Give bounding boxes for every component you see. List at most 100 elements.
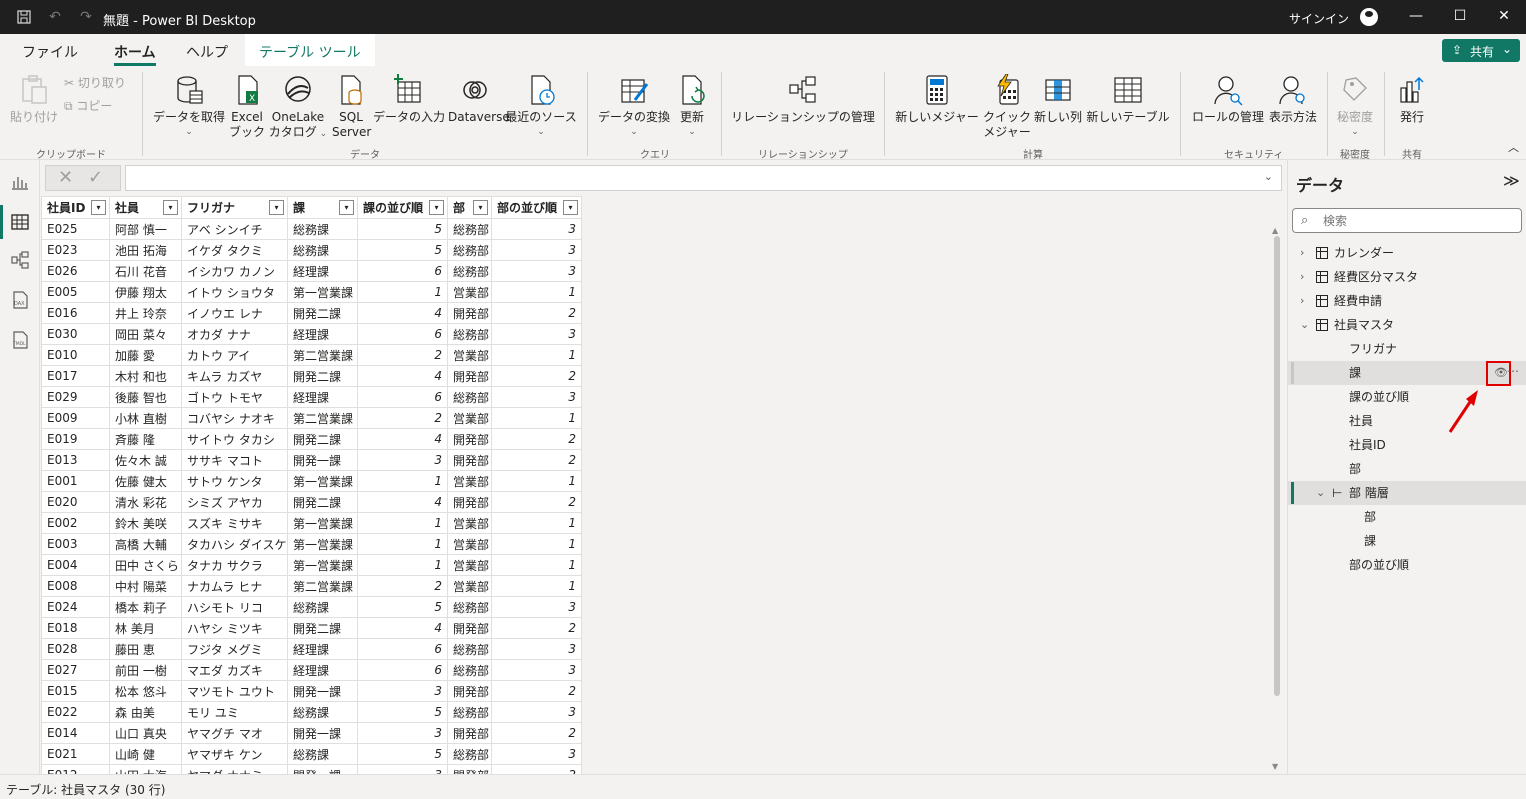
table-cell[interactable]: 3 <box>491 638 582 660</box>
table-row[interactable]: E001 佐藤 健太 サトウ ケンタ 第一営業課 1 営業部 1 <box>41 470 582 492</box>
table-cell[interactable]: 松本 悠斗 <box>109 680 182 702</box>
table-cell[interactable]: 6 <box>357 659 448 681</box>
table-cell[interactable]: 開発一課 <box>287 449 358 471</box>
table-row[interactable]: E028 藤田 恵フジタ メグミ 経理課 6 総務部 3 <box>41 638 582 660</box>
share-button[interactable]: ⇪ 共有 ⌄ <box>1442 39 1520 62</box>
table-cell[interactable]: E025 <box>41 218 110 240</box>
avatar-icon[interactable] <box>1360 8 1378 26</box>
column-header[interactable]: 課の並び順 ▾ <box>357 196 448 219</box>
table-cell[interactable]: 6 <box>357 260 448 282</box>
sql-server-button[interactable]: SQL Server <box>332 72 371 140</box>
close-button[interactable]: ✕ <box>1494 8 1514 24</box>
table-cell[interactable]: E023 <box>41 239 110 261</box>
table-cell[interactable]: E012 <box>41 764 110 774</box>
chevron-right-icon[interactable]: › <box>1300 241 1304 265</box>
table-cell[interactable]: 開発部 <box>447 617 492 639</box>
table-cell[interactable]: 1 <box>491 470 582 492</box>
table-cell[interactable]: 藤田 恵 <box>109 638 182 660</box>
table-cell[interactable]: 2 <box>357 575 448 597</box>
table-item[interactable]: ⌄ 社員マスタ <box>1288 313 1526 337</box>
table-cell[interactable]: 4 <box>357 365 448 387</box>
table-cell[interactable]: E029 <box>41 386 110 408</box>
table-cell[interactable]: 総務部 <box>447 218 492 240</box>
table-cell[interactable]: 1 <box>491 575 582 597</box>
field-item[interactable]: 部 <box>1288 457 1526 481</box>
filter-dropdown-icon[interactable]: ▾ <box>563 200 578 215</box>
table-cell[interactable]: 総務部 <box>447 386 492 408</box>
table-cell[interactable]: E010 <box>41 344 110 366</box>
table-cell[interactable]: 2 <box>491 680 582 702</box>
table-cell[interactable]: 開発部 <box>447 722 492 744</box>
table-row[interactable]: E022 森 由美 モリ ユミ 総務課 5 総務部 3 <box>41 701 582 723</box>
commit-icon[interactable]: ✓ <box>88 167 103 188</box>
table-cell[interactable]: 第一営業課 <box>287 470 358 492</box>
table-cell[interactable]: 第二営業課 <box>287 344 358 366</box>
table-cell[interactable]: フジタ メグミ <box>181 638 288 660</box>
dax-query-view-icon[interactable]: DAX <box>10 290 30 310</box>
tab-table-tools[interactable]: テーブル ツール <box>245 34 375 66</box>
field-item[interactable]: 社員 <box>1288 409 1526 433</box>
column-header[interactable]: フリガナ ▾ <box>181 196 288 219</box>
table-cell[interactable]: 開発部 <box>447 764 492 774</box>
table-row[interactable]: E009 小林 直樹 コバヤシ ナオキ 第二営業課 2 営業部 1 <box>41 407 582 429</box>
table-cell[interactable]: 1 <box>357 533 448 555</box>
table-cell[interactable]: 井上 玲奈 <box>109 302 182 324</box>
table-cell[interactable]: 総務部 <box>447 239 492 261</box>
table-cell[interactable]: 開発二課 <box>287 428 358 450</box>
table-row[interactable]: E013 佐々木 誠ササキ マコト 開発一課 3 開発部 2 <box>41 449 582 471</box>
table-cell[interactable]: 総務部 <box>447 743 492 765</box>
table-cell[interactable]: 1 <box>357 281 448 303</box>
table-cell[interactable]: 総務部 <box>447 260 492 282</box>
dataverse-button[interactable]: Dataverse <box>448 72 510 125</box>
table-cell[interactable]: タナカ サクラ <box>181 554 288 576</box>
table-cell[interactable]: 佐藤 健太 <box>109 470 182 492</box>
table-cell[interactable]: 3 <box>491 218 582 240</box>
new-measure-button[interactable]: 新しいメジャー <box>894 72 980 125</box>
recent-sources-button[interactable]: 最近のソース ⌄ <box>503 72 579 140</box>
hierarchy-item[interactable]: ⌄ ⊢ 部 階層 <box>1288 481 1526 505</box>
copy-button[interactable]: ⧉ コピー <box>64 99 112 114</box>
table-row[interactable]: E029 後藤 智也 ゴトウ トモヤ 経理課 6 総務部 3 <box>41 386 582 408</box>
filter-dropdown-icon[interactable]: ▾ <box>339 200 354 215</box>
tab-help[interactable]: ヘルプ <box>186 42 228 62</box>
table-cell[interactable]: 総務部 <box>447 596 492 618</box>
table-cell[interactable]: 小林 直樹 <box>109 407 182 429</box>
table-cell[interactable]: 3 <box>491 659 582 681</box>
table-cell[interactable]: 開発二課 <box>287 491 358 513</box>
scroll-up-icon[interactable]: ▲ <box>1272 226 1278 235</box>
transform-data-button[interactable]: データの変換 ⌄ <box>596 72 672 140</box>
table-cell[interactable]: 4 <box>357 302 448 324</box>
table-cell[interactable]: 1 <box>491 554 582 576</box>
table-cell[interactable]: E003 <box>41 533 110 555</box>
table-view-icon[interactable] <box>10 212 30 232</box>
table-cell[interactable]: 5 <box>357 596 448 618</box>
table-cell[interactable]: E014 <box>41 722 110 744</box>
cut-button[interactable]: ✂ 切り取り <box>64 76 126 91</box>
table-cell[interactable]: 3 <box>491 386 582 408</box>
table-cell[interactable]: 石川 花音 <box>109 260 182 282</box>
table-cell[interactable]: 4 <box>357 617 448 639</box>
table-cell[interactable]: 3 <box>491 743 582 765</box>
chevron-down-icon[interactable]: ⌄ <box>1316 481 1325 505</box>
table-cell[interactable]: 中村 陽菜 <box>109 575 182 597</box>
undo-icon[interactable]: ↶ <box>47 9 63 25</box>
table-cell[interactable]: オカダ ナナ <box>181 323 288 345</box>
table-cell[interactable]: マエダ カズキ <box>181 659 288 681</box>
cancel-icon[interactable]: ✕ <box>58 167 73 188</box>
grid-scrollbar[interactable]: ▲ ▼ <box>1272 226 1282 774</box>
table-cell[interactable]: E027 <box>41 659 110 681</box>
table-cell[interactable]: E019 <box>41 428 110 450</box>
table-cell[interactable]: 2 <box>491 302 582 324</box>
table-cell[interactable]: 経理課 <box>287 260 358 282</box>
column-header[interactable]: 社員ID ▾ <box>41 196 110 219</box>
table-cell[interactable]: E015 <box>41 680 110 702</box>
table-cell[interactable]: 森 由美 <box>109 701 182 723</box>
table-cell[interactable]: E005 <box>41 281 110 303</box>
filter-dropdown-icon[interactable]: ▾ <box>429 200 444 215</box>
column-header[interactable]: 社員 ▾ <box>109 196 182 219</box>
table-cell[interactable]: 5 <box>357 743 448 765</box>
get-data-button[interactable]: データを取得 ⌄ <box>150 72 228 140</box>
field-item[interactable]: 社員ID <box>1288 433 1526 457</box>
report-view-icon[interactable] <box>10 172 30 192</box>
table-cell[interactable]: カトウ アイ <box>181 344 288 366</box>
